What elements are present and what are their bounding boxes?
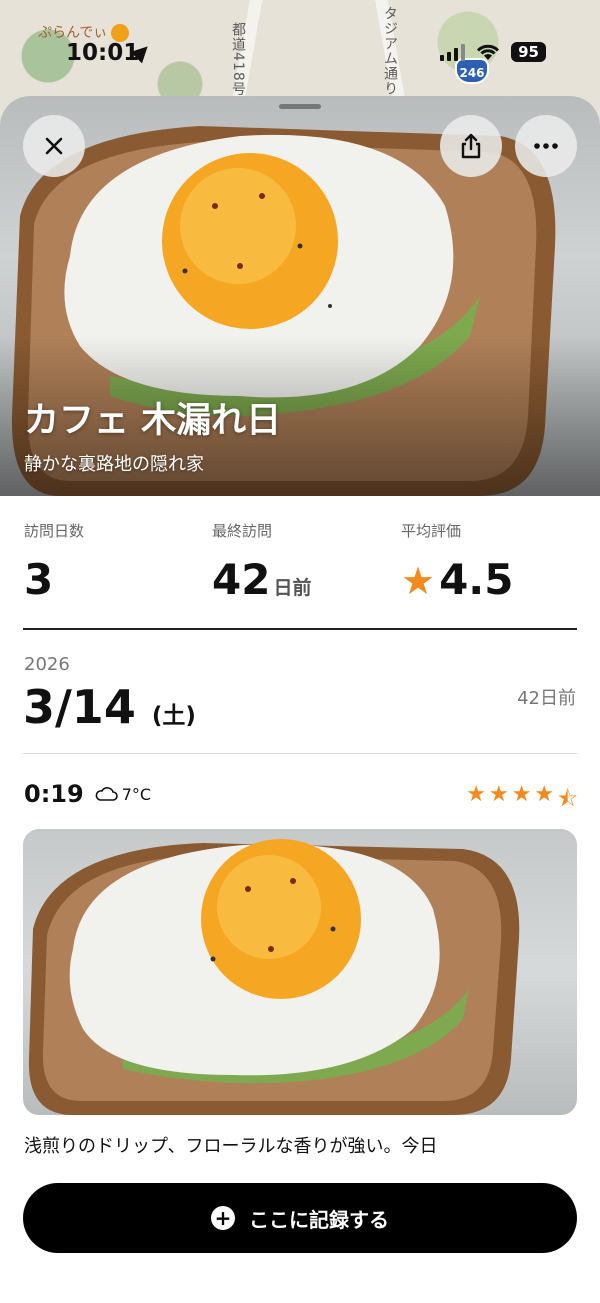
visit-time: 0:19 [24, 780, 84, 808]
close-icon [45, 137, 63, 155]
temperature: 7°C [121, 784, 152, 804]
more-icon [534, 143, 558, 149]
cellular-signal-icon [440, 43, 466, 61]
star-full-icon: ★ [511, 782, 532, 807]
hero-image: カフェ 木漏れ日 静かな裏路地の隠れ家 [0, 96, 600, 496]
visit-photo[interactable] [23, 829, 577, 1115]
visit-rating-stars: ★ ★ ★ ★ ⯪ [466, 782, 578, 820]
plus-icon: + [211, 1206, 235, 1230]
star-half-icon: ⯪ [557, 787, 578, 812]
star-full-icon: ★ [534, 782, 555, 807]
cloud-icon [95, 787, 118, 801]
visit-date: 3/14 (土) [23, 680, 196, 734]
stat-value: 3 [24, 555, 54, 604]
visit-year: 2026 [24, 654, 70, 675]
record-here-button[interactable]: + ここに記録する [23, 1183, 577, 1253]
sheet-grabber[interactable] [279, 104, 321, 109]
star-icon: ★ [401, 559, 436, 603]
place-title: カフェ 木漏れ日 [24, 401, 282, 441]
stat-label: 最終訪問 [212, 522, 273, 540]
share-button[interactable] [440, 115, 502, 177]
battery-indicator: 95 [511, 42, 546, 62]
stat-value: 4.5 [439, 555, 514, 604]
star-full-icon: ★ [488, 782, 509, 807]
visit-days-ago: 42日前 [517, 688, 576, 709]
visit-time-row: 0:19 7°C [24, 780, 151, 808]
map-road-label: 都道418号 [230, 22, 246, 97]
divider [23, 628, 577, 630]
visit-weekday: (土) [151, 703, 196, 729]
star-full-icon: ★ [466, 782, 486, 807]
stat-visit-days: 訪問日数 3 [24, 520, 84, 604]
share-icon [461, 133, 481, 159]
record-here-label: ここに記録する [249, 1207, 389, 1232]
divider [23, 753, 577, 754]
place-subtitle: 静かな裏路地の隠れ家 [24, 454, 204, 475]
stat-unit: 日前 [273, 577, 312, 599]
stat-average-rating: 平均評価 ★ 4.5 [401, 520, 513, 604]
close-button[interactable] [23, 115, 85, 177]
map-road-label: タジアム通り [382, 6, 398, 96]
weather: 7°C [94, 785, 151, 804]
visit-photo-toast-egg [28, 839, 520, 1115]
stat-label: 平均評価 [401, 522, 462, 540]
map-shop-label: ぷらんでぃ [38, 22, 130, 42]
visit-note: 浅煎りのドリップ、フローラルな香りが強い。今日 [24, 1136, 438, 1157]
wifi-icon [475, 43, 501, 61]
stat-label: 訪問日数 [24, 522, 85, 540]
stat-last-visit: 最終訪問 42 日前 [212, 520, 311, 604]
place-detail-sheet: カフェ 木漏れ日 静かな裏路地の隠れ家 訪問日数 3 最終訪問 42 日前 平均評… [0, 96, 600, 1303]
status-indicators: 95 [440, 42, 546, 62]
more-button[interactable] [515, 115, 577, 177]
status-time: 10:01 [66, 40, 140, 66]
stat-value: 42 [212, 555, 271, 604]
